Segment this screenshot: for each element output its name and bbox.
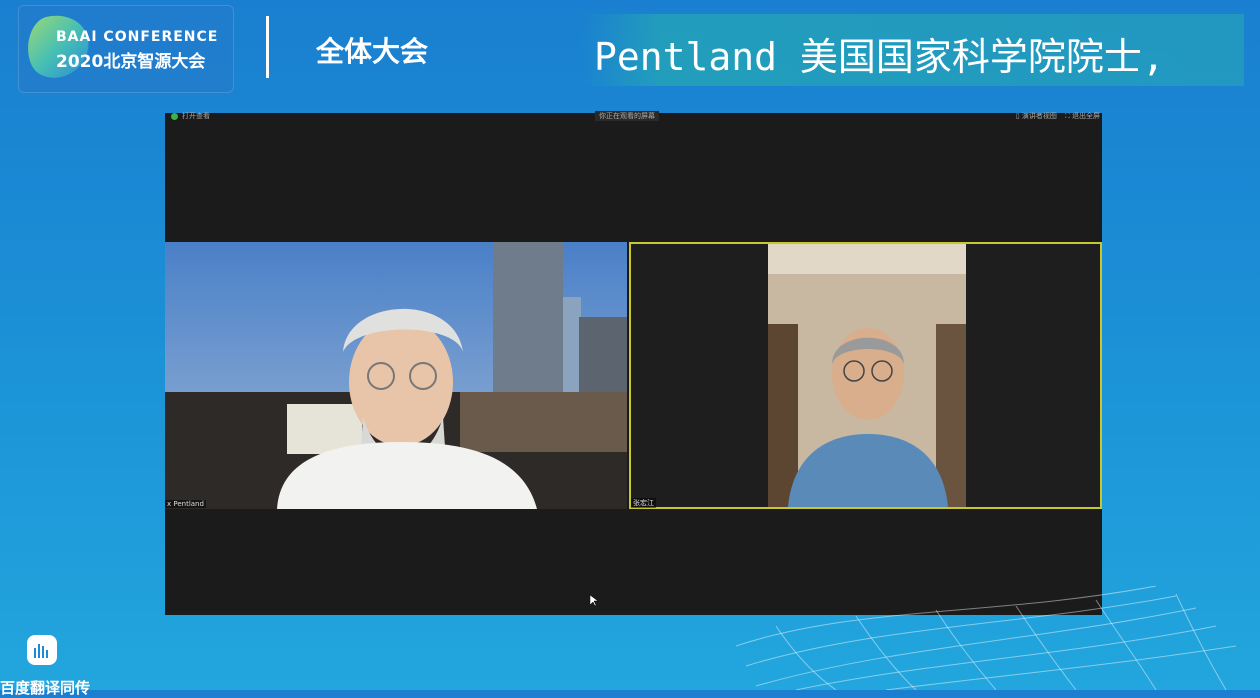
- toolbar-left[interactable]: 打开查看: [171, 111, 210, 121]
- participant-name-zhang: 张宏江: [631, 498, 656, 508]
- header-divider: [266, 16, 269, 78]
- screen-share-indicator[interactable]: 你正在观看的屏幕: [595, 111, 659, 121]
- pentland-video-feed: [165, 242, 627, 509]
- exit-fullscreen-button[interactable]: ⛶ 退出全屏: [1065, 111, 1100, 121]
- mouse-cursor-icon: [590, 595, 598, 607]
- logo-text-conference: BAAI CONFERENCE: [56, 29, 219, 45]
- meeting-toolbar: 打开查看 你正在观看的屏幕 ▯ 演讲者视图 ⛶ 退出全屏: [165, 111, 1102, 123]
- toolbar-right: ▯ 演讲者视图 ⛶ 退出全屏: [1016, 111, 1100, 121]
- decorative-net-graphic: [736, 586, 1237, 690]
- conference-logo: BAAI CONFERENCE 2020北京智源大会: [18, 5, 234, 93]
- baidu-translate-brand: 百度翻译同传: [0, 679, 91, 697]
- zhang-video-feed: [768, 244, 966, 507]
- live-subtitle: Pentland 美国国家科学院院士,: [594, 35, 1165, 79]
- security-shield-icon: [171, 112, 178, 120]
- participant-tile-pentland[interactable]: x Pentland: [165, 242, 627, 509]
- participant-tile-zhang[interactable]: 张宏江: [629, 242, 1102, 509]
- baidu-translate-logo-icon: [27, 635, 57, 665]
- speaker-view-button[interactable]: ▯ 演讲者视图: [1016, 111, 1057, 121]
- participant-name-pentland: x Pentland: [165, 500, 206, 508]
- toolbar-left-label[interactable]: 打开查看: [182, 111, 210, 121]
- logo-text-event: 2020北京智源大会: [56, 52, 206, 72]
- session-title: 全体大会: [316, 35, 429, 68]
- video-call-window: 打开查看 你正在观看的屏幕 ▯ 演讲者视图 ⛶ 退出全屏 x Pentland …: [165, 111, 1102, 615]
